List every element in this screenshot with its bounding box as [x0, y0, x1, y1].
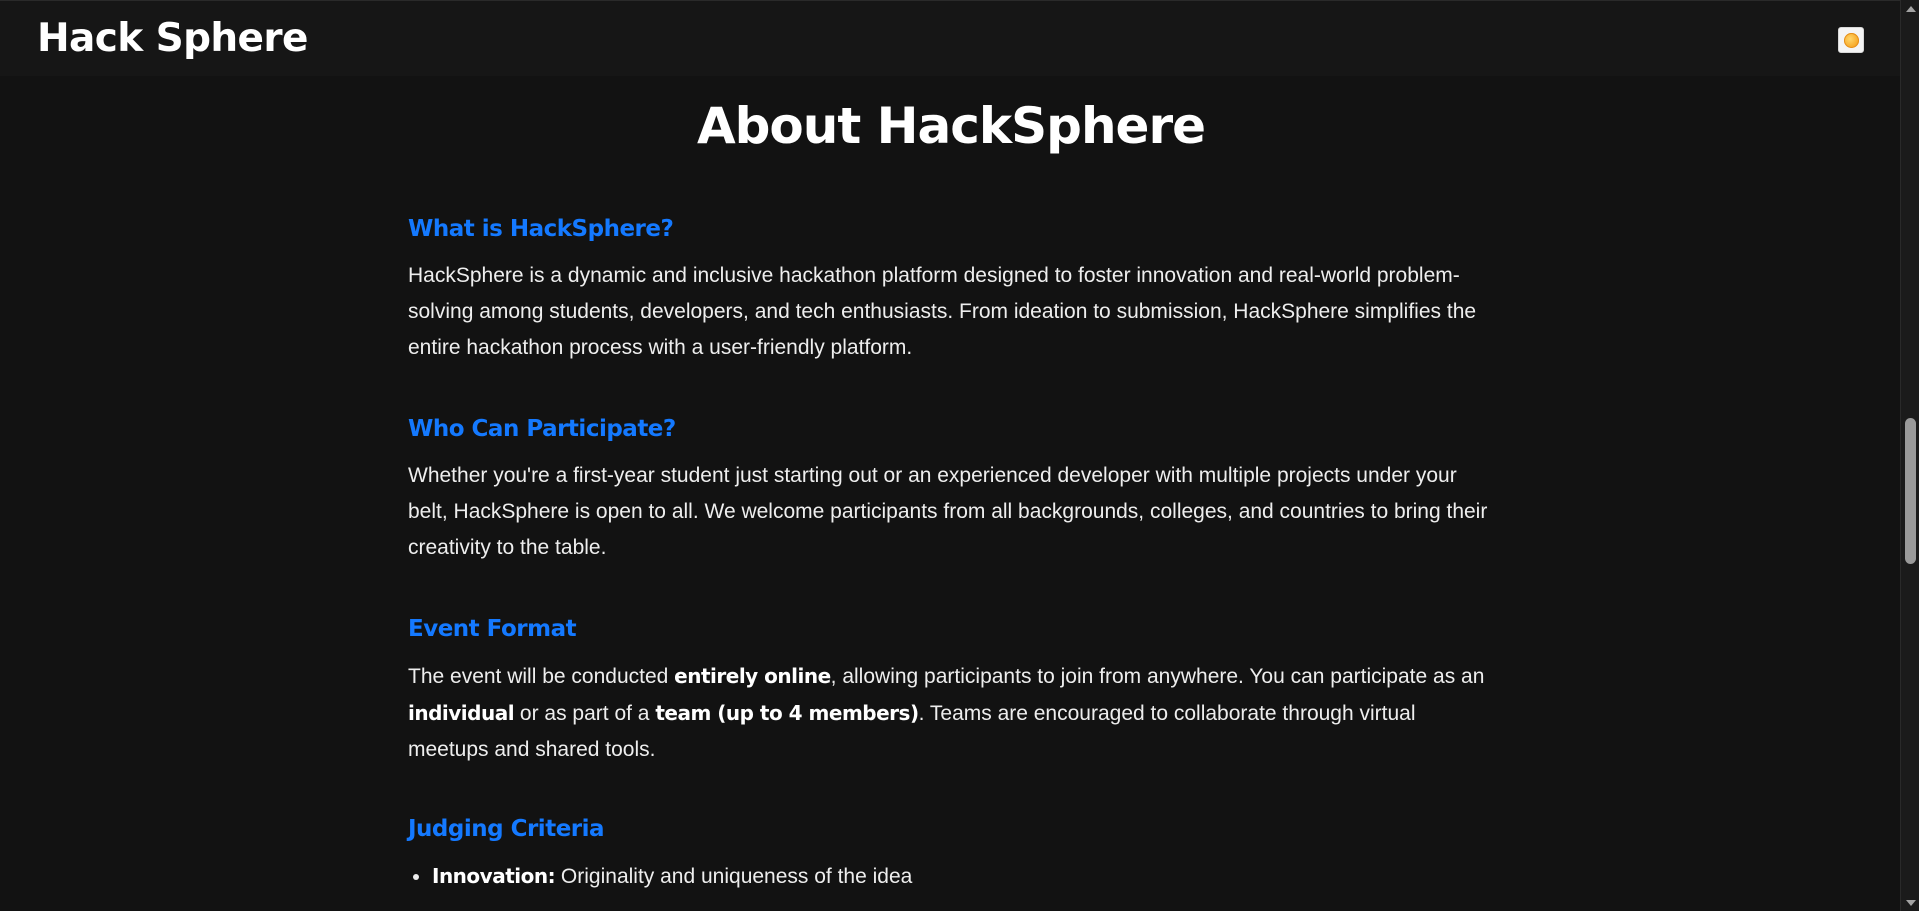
section-heading: Judging Criteria	[408, 816, 605, 842]
section-body: Whether you're a first-year student just…	[408, 464, 1488, 559]
theme-toggle-button[interactable]	[1838, 27, 1864, 53]
scroll-down-arrow[interactable]	[1901, 894, 1919, 911]
section-body: The event will be conducted entirely onl…	[408, 658, 1494, 768]
criteria-text: Originality and uniqueness of the idea	[555, 865, 913, 888]
body-text: The event will be conducted	[408, 665, 675, 688]
triangle-down-icon	[1905, 899, 1916, 906]
body-text: or as part of a	[514, 702, 656, 725]
section-what-is: What is HackSphere? HackSphere is a dyna…	[408, 214, 1494, 366]
section-event-format: Event Format The event will be conducted…	[408, 614, 1494, 768]
section-body: HackSphere is a dynamic and inclusive ha…	[408, 264, 1477, 359]
section-judging-criteria: Judging Criteria Innovation: Originality…	[408, 814, 1494, 895]
brand-logo-text[interactable]: Hack Sphere	[37, 13, 309, 65]
page: Hack Sphere About HackSphere What is Hac…	[0, 0, 1919, 911]
list-item: Innovation: Originality and uniqueness o…	[432, 858, 1494, 895]
emphasis-individual: individual	[408, 701, 515, 725]
body-text: , allowing participants to join from any…	[830, 665, 1485, 688]
page-title: About HackSphere	[696, 97, 1206, 155]
section-heading: Who Can Participate?	[408, 416, 676, 442]
sun-icon	[1843, 32, 1859, 48]
section-who-can-participate: Who Can Participate? Whether you're a fi…	[408, 414, 1494, 566]
vertical-scrollbar[interactable]	[1900, 0, 1919, 911]
section-heading: What is HackSphere?	[408, 216, 674, 242]
section-heading: Event Format	[408, 616, 577, 642]
top-navbar: Hack Sphere	[0, 0, 1900, 76]
emphasis-team: team (up to 4 members)	[655, 701, 919, 725]
triangle-up-icon	[1905, 5, 1916, 12]
criteria-label: Innovation:	[432, 864, 556, 888]
emphasis-online: entirely online	[674, 664, 831, 688]
scroll-thumb[interactable]	[1905, 418, 1916, 564]
scroll-up-arrow[interactable]	[1901, 0, 1919, 17]
criteria-list: Innovation: Originality and uniqueness o…	[408, 858, 1494, 895]
